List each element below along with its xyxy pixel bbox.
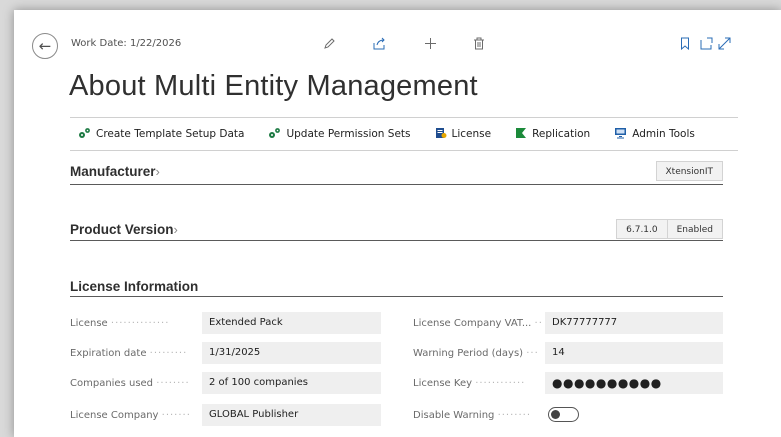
action-label: License (451, 128, 492, 140)
admin-tools-action[interactable]: Admin Tools (614, 127, 695, 141)
chevron-right-icon: › (155, 164, 160, 179)
license-field[interactable]: Extended Pack (202, 312, 381, 334)
product-version-header[interactable]: Product Version› (70, 222, 178, 237)
work-date: Work Date: 1/22/2026 (71, 38, 182, 49)
action-label: Update Permission Sets (286, 128, 411, 140)
status-badge: Enabled (667, 219, 723, 239)
action-bar: Create Template Setup Data Update Permis… (70, 117, 738, 151)
field-label: License Company VAT... ··· (413, 318, 541, 329)
license-key-field[interactable]: ●●●●●●●●●● (545, 372, 723, 394)
share-icon[interactable] (372, 37, 386, 54)
field-label: License Key ············ (413, 378, 526, 389)
license-company-field[interactable]: GLOBAL Publisher (202, 404, 381, 426)
plus-icon[interactable] (424, 37, 437, 54)
action-label: Create Template Setup Data (96, 128, 245, 140)
update-permission-sets-action[interactable]: Update Permission Sets (268, 127, 411, 141)
chevron-right-icon: › (173, 222, 178, 237)
manufacturer-fasttab[interactable]: Manufacturer› XtensionIT (70, 161, 723, 185)
trash-icon[interactable] (473, 37, 485, 54)
license-company-vat-field[interactable]: DK77777777 (545, 312, 723, 334)
warning-period-field[interactable]: 14 (545, 342, 723, 364)
license-icon (435, 127, 447, 141)
version-badge: 6.7.1.0 (616, 219, 668, 239)
admin-tools-icon (614, 127, 627, 141)
toggle-knob (551, 410, 560, 419)
replication-action[interactable]: Replication (515, 127, 590, 141)
bookmark-icon[interactable] (680, 37, 690, 54)
pencil-icon[interactable] (323, 37, 336, 54)
field-label: Expiration date ········· (70, 348, 188, 359)
disable-warning-toggle[interactable] (548, 407, 579, 422)
field-label: License Company ······· (70, 410, 191, 421)
expiration-date-field[interactable]: 1/31/2025 (202, 342, 381, 364)
field-label: Warning Period (days) ··· (413, 348, 539, 359)
field-label: Companies used ········ (70, 378, 190, 389)
product-version-fasttab[interactable]: Product Version› 6.7.1.0 Enabled (70, 219, 723, 241)
action-label: Replication (532, 128, 591, 140)
create-template-setup-data-action[interactable]: Create Template Setup Data (78, 127, 244, 141)
manufacturer-header[interactable]: Manufacturer› (70, 164, 160, 179)
replication-icon (515, 127, 527, 141)
companies-used-field[interactable]: 2 of 100 companies (202, 372, 381, 394)
license-information-section: License Information (70, 276, 723, 297)
license-action[interactable]: License (435, 127, 492, 141)
arrow-left-icon: ← (38, 36, 52, 55)
license-information-header[interactable]: License Information (70, 279, 198, 294)
action-label: Admin Tools (632, 128, 695, 140)
manufacturer-value: XtensionIT (655, 161, 723, 181)
field-label: Disable Warning ········ (413, 410, 532, 421)
cogs-icon (268, 127, 281, 141)
cogs-icon (78, 127, 91, 141)
back-button[interactable]: ← (32, 33, 58, 59)
expand-icon[interactable] (718, 37, 731, 54)
field-label: License ·············· (70, 318, 170, 329)
page-title: About Multi Entity Management (69, 70, 478, 102)
open-new-window-icon[interactable] (700, 37, 714, 54)
